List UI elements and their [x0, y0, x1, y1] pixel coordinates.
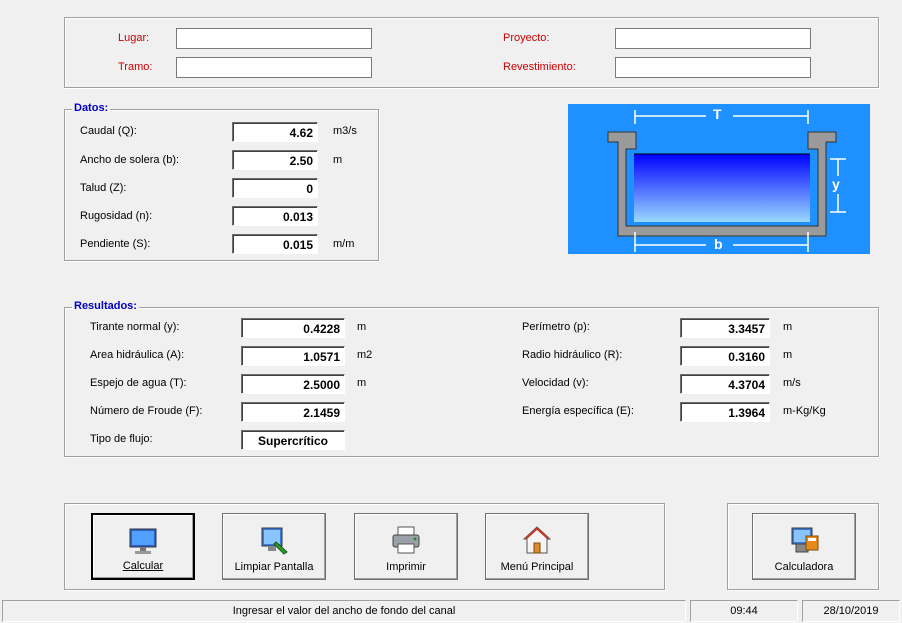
tipo-flujo-label: Tipo de flujo:	[90, 433, 153, 445]
espejo-value: 2.5000	[241, 374, 345, 394]
espejo-label: Espejo de agua (T):	[90, 377, 187, 389]
energia-value: 1.3964	[680, 402, 770, 422]
tramo-field[interactable]	[176, 57, 372, 78]
menu-principal-label: Menú Principal	[500, 561, 574, 573]
radio-unit: m	[783, 349, 793, 361]
calculadora-label: Calculadora	[774, 561, 834, 573]
status-message: Ingresar el valor del ancho de fondo del…	[2, 600, 686, 622]
espejo-unit: m	[357, 377, 367, 389]
pendiente-input[interactable]: 0.015	[232, 234, 318, 254]
calcular-label: Calcular	[122, 560, 164, 572]
home-icon	[522, 526, 552, 554]
radio-label: Radio hidráulico (R):	[522, 349, 623, 361]
status-date: 28/10/2019	[802, 600, 900, 622]
imprimir-button[interactable]: Imprimir	[354, 513, 458, 580]
channel-diagram: T y b	[568, 104, 870, 254]
rugosidad-label: Rugosidad (n):	[80, 210, 153, 222]
caudal-unit: m3/s	[333, 125, 357, 137]
calcular-button[interactable]: Calcular	[91, 513, 195, 580]
resultados-title: Resultados:	[72, 300, 139, 312]
area-unit: m2	[357, 349, 373, 361]
datos-title: Datos:	[72, 102, 111, 114]
perimetro-label: Perímetro (p):	[522, 321, 590, 333]
diagram-bottom-label: b	[714, 236, 723, 252]
lugar-field[interactable]	[176, 28, 372, 49]
calculadora-button[interactable]: Calculadora	[752, 513, 856, 580]
area-value: 1.0571	[241, 346, 345, 366]
proyecto-label: Proyecto:	[503, 32, 550, 44]
froude-label: Número de Froude (F):	[90, 405, 203, 417]
energia-label: Energía específica (E):	[522, 405, 634, 417]
limpiar-pantalla-label: Limpiar Pantalla	[234, 561, 314, 573]
menu-principal-button[interactable]: Menú Principal	[485, 513, 589, 580]
computer-monitor-icon	[129, 528, 157, 554]
ancho-solera-input[interactable]: 2.50	[232, 150, 318, 170]
velocidad-value: 4.3704	[680, 374, 770, 394]
status-time: 09:44	[690, 600, 798, 622]
velocidad-unit: m/s	[783, 377, 801, 389]
talud-label: Talud (Z):	[80, 182, 127, 194]
froude-value: 2.1459	[241, 402, 345, 422]
tirante-unit: m	[357, 321, 367, 333]
diagram-side-label: y	[832, 176, 840, 192]
printer-icon	[392, 526, 420, 554]
perimetro-value: 3.3457	[680, 318, 770, 338]
limpiar-pantalla-button[interactable]: Limpiar Pantalla	[222, 513, 326, 580]
velocidad-label: Velocidad (v):	[522, 377, 589, 389]
perimetro-unit: m	[783, 321, 793, 333]
pendiente-label: Pendiente (S):	[80, 238, 151, 250]
ancho-solera-label: Ancho de solera (b):	[80, 154, 180, 166]
rugosidad-input[interactable]: 0.013	[232, 206, 318, 226]
revestimiento-label: Revestimiento:	[503, 61, 576, 73]
imprimir-label: Imprimir	[386, 561, 426, 573]
energia-unit: m-Kg/Kg	[783, 405, 826, 417]
channel-section-drawing	[607, 110, 846, 252]
radio-value: 0.3160	[680, 346, 770, 366]
caudal-label: Caudal (Q):	[80, 125, 137, 137]
tirante-value: 0.4228	[241, 318, 345, 338]
diagram-top-label: T	[713, 106, 722, 122]
caudal-input[interactable]: 4.62	[232, 122, 318, 142]
revestimiento-field[interactable]	[615, 57, 811, 78]
lugar-label: Lugar:	[118, 32, 150, 44]
tramo-label: Tramo:	[118, 61, 153, 73]
talud-input[interactable]: 0	[232, 178, 318, 198]
calculator-pc-icon	[791, 527, 819, 553]
proyecto-field[interactable]	[615, 28, 811, 49]
pendiente-unit: m/m	[333, 238, 355, 250]
tirante-label: Tirante normal (y):	[90, 321, 180, 333]
ancho-solera-unit: m	[333, 154, 343, 166]
clean-screen-icon	[261, 527, 288, 555]
area-label: Area hidráulica (A):	[90, 349, 185, 361]
tipo-flujo-value: Supercrítico	[241, 430, 345, 450]
